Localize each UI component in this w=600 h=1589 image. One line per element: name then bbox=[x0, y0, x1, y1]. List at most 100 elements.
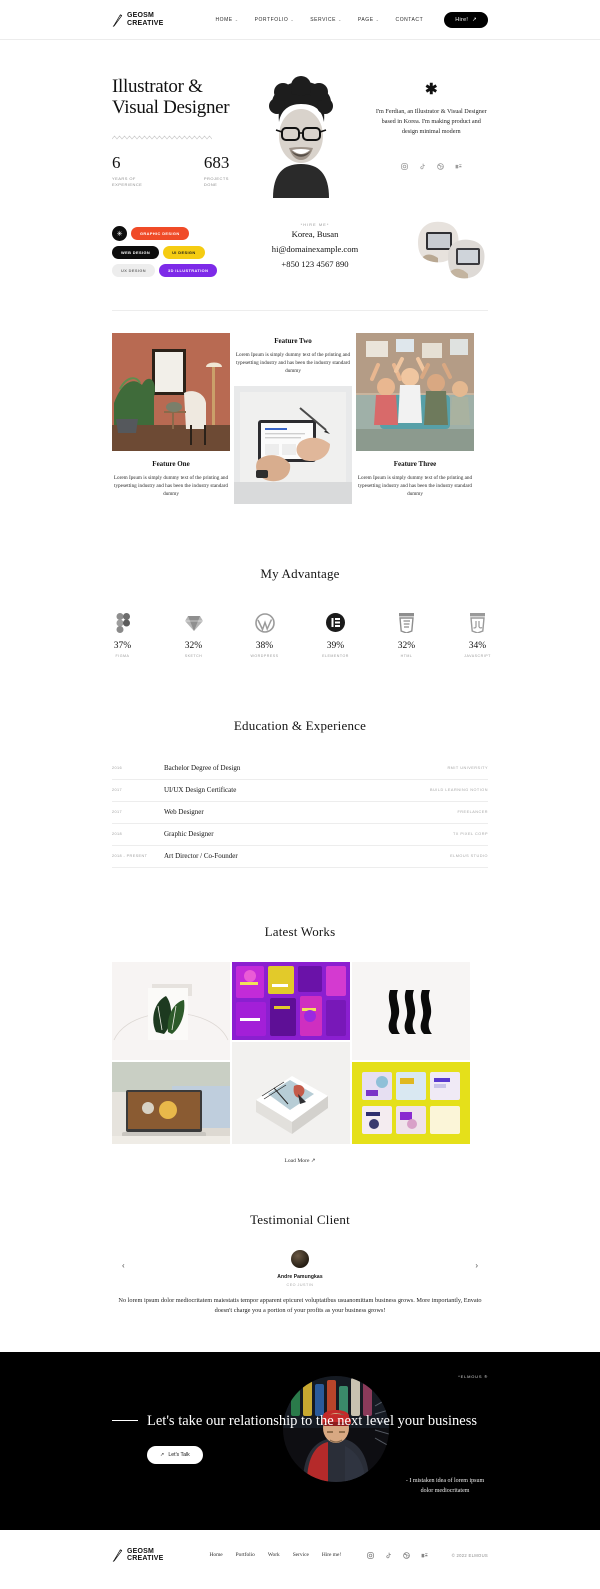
html5-icon bbox=[387, 612, 427, 634]
hero-stats: 6 YEARS OF EXPERIENCE 683 PROJECTS DONE bbox=[112, 153, 243, 187]
skill-wordpress: 38% WORDPRESS bbox=[245, 612, 285, 658]
cta-rule bbox=[112, 1419, 138, 1421]
hire-button-label: Hire! bbox=[455, 16, 469, 23]
tag-web-design[interactable]: WEB DESIGN bbox=[112, 246, 160, 259]
footer-nav: Home Portfolio Work Service Hire me! bbox=[209, 1552, 341, 1558]
chevron-down-icon: ⌄ bbox=[375, 17, 380, 22]
skills-list: 37% FIGMA 32% SKETCH 38% WORDPRESS 39% E… bbox=[0, 612, 600, 658]
skill-name: SKETCH bbox=[184, 653, 203, 658]
skill-html: 32% HTML bbox=[387, 612, 427, 658]
table-row[interactable]: 2016 Bachelor Degree of Design RMIT UNIV… bbox=[112, 758, 488, 780]
edu-org: RMIT UNIVERSITY bbox=[447, 766, 488, 771]
wordpress-icon bbox=[245, 612, 285, 634]
brand-logo[interactable]: GEOSM CREATIVE bbox=[112, 12, 163, 27]
feature-two-text: Lorem Ipsum is simply dummy text of the … bbox=[235, 352, 351, 375]
work-thumb-logo-mark[interactable] bbox=[352, 961, 470, 1060]
skill-percent: 37% bbox=[113, 640, 132, 651]
page-title: Illustrator & Visual Designer bbox=[112, 76, 230, 118]
sparkle-badge-icon: ✳ bbox=[112, 226, 127, 241]
edu-org: ELMOUS STUDIO bbox=[450, 854, 488, 859]
tag-row-3: UX DESIGN 3D ILLUSTRATION bbox=[112, 264, 232, 277]
brand-name-line1: GEOSM bbox=[127, 11, 155, 19]
contact-phone[interactable]: +850 123 4567 890 bbox=[250, 257, 380, 272]
tag-3d-illustration[interactable]: 3D ILLUSTRATION bbox=[159, 264, 218, 277]
works-title: Latest Works bbox=[264, 923, 336, 939]
contact-email[interactable]: hi@domainexample.com bbox=[250, 242, 380, 257]
work-thumb-laptop[interactable] bbox=[112, 1061, 230, 1144]
footer-nav-hire-me[interactable]: Hire me! bbox=[322, 1552, 341, 1558]
tiktok-icon[interactable] bbox=[385, 1552, 392, 1559]
edu-role: Web Designer bbox=[164, 808, 204, 817]
footer-nav-home[interactable]: Home bbox=[209, 1552, 222, 1558]
edu-year: 2018 bbox=[112, 832, 123, 837]
skill-percent: 39% bbox=[326, 640, 345, 651]
dribbble-icon[interactable] bbox=[402, 1551, 410, 1559]
tag-ui-design[interactable]: UI DESIGN bbox=[163, 246, 205, 259]
edu-role: Bachelor Degree of Design bbox=[164, 764, 241, 773]
footer-nav-work[interactable]: Work bbox=[268, 1552, 280, 1558]
table-row[interactable]: 2017 Web Designer FREELANCER bbox=[112, 802, 488, 824]
edu-year: 2017 bbox=[112, 788, 123, 793]
hero-collage-image bbox=[412, 218, 488, 284]
skill-name: JAVASCRIPT bbox=[464, 653, 491, 658]
feature-one-title: Feature One bbox=[152, 460, 190, 468]
footer-nav-service[interactable]: Service bbox=[293, 1552, 309, 1558]
cta-content: Let's take our relationship to the next … bbox=[0, 1352, 600, 1464]
lets-talk-button[interactable]: ↗ Let's Talk bbox=[147, 1445, 203, 1464]
contact-location: Korea, Busan bbox=[291, 229, 339, 239]
behance-icon[interactable] bbox=[421, 1552, 428, 1559]
skill-javascript: 34% JAVASCRIPT bbox=[458, 612, 498, 658]
edu-role: Art Director / Co-Founder bbox=[164, 852, 238, 861]
hero-portrait bbox=[252, 70, 349, 198]
brand-name-line2: CREATIVE bbox=[127, 19, 164, 27]
instagram-icon[interactable] bbox=[366, 1551, 374, 1559]
work-thumb-plant[interactable] bbox=[112, 961, 230, 1060]
education-table: 2016 Bachelor Degree of Design RMIT UNIV… bbox=[112, 758, 488, 868]
nav-label: HOME bbox=[215, 16, 233, 23]
footer-brand-logo[interactable]: GEOSM CREATIVE bbox=[112, 1548, 163, 1563]
hero-left-column: Illustrator & Visual Designer 6 YEARS OF… bbox=[112, 68, 243, 198]
skill-tag-cloud: ✳ GRAPHIC DESIGN WEB DESIGN UI DESIGN UX… bbox=[112, 218, 232, 277]
site-footer: GEOSM CREATIVE Home Portfolio Work Servi… bbox=[0, 1529, 600, 1581]
collage-shapes bbox=[418, 221, 485, 279]
pencil-icon bbox=[112, 13, 123, 27]
elementor-icon bbox=[316, 612, 356, 634]
nav-item-portfolio[interactable]: PORTFOLIO ⌄ bbox=[255, 17, 295, 23]
behance-icon[interactable] bbox=[455, 163, 462, 170]
hire-button[interactable]: Hire! ↗ bbox=[444, 11, 488, 28]
carousel-next-button[interactable]: › bbox=[475, 1261, 478, 1270]
footer-nav-portfolio[interactable]: Portfolio bbox=[236, 1552, 255, 1558]
javascript-icon bbox=[458, 612, 498, 634]
advantage-section: My Advantage 37% FIGMA 32% SKETCH 38% WO… bbox=[0, 504, 600, 658]
feature-card-three: Feature Three Lorem Ipsum is simply dumm… bbox=[356, 333, 474, 499]
table-row[interactable]: 2018 Graphic Designer TX PIXEL CORP bbox=[112, 824, 488, 846]
edu-role: UI/UX Design Certificate bbox=[164, 786, 237, 795]
testimonial-title: Testimonial Client bbox=[250, 1211, 350, 1227]
carousel-prev-button[interactable]: ‹ bbox=[122, 1261, 125, 1270]
hero-right-column: ✱ I'm Ferdian, an Illustrator & Visual D… bbox=[375, 68, 488, 198]
nav-label: CONTACT bbox=[395, 16, 424, 23]
table-row[interactable]: 2018 - PRESENT Art Director / Co-Founder… bbox=[112, 846, 488, 868]
feature-two-title: Feature Two bbox=[274, 337, 312, 345]
arrow-up-right-icon: ↗ bbox=[472, 16, 477, 23]
nav-item-service[interactable]: SERVICE ⌄ bbox=[310, 17, 342, 23]
figma-icon bbox=[103, 612, 143, 634]
portfolio-page: GEOSM CREATIVE HOME ⌄ PORTFOLIO ⌄ SERVIC… bbox=[0, 0, 600, 1581]
instagram-icon[interactable] bbox=[400, 163, 408, 170]
work-thumb-book-mockup[interactable] bbox=[232, 1041, 350, 1144]
work-thumb-yellow-social[interactable] bbox=[352, 1061, 470, 1144]
feature-one-image bbox=[112, 333, 230, 451]
tag-graphic-design[interactable]: GRAPHIC DESIGN bbox=[131, 227, 189, 240]
dribbble-icon[interactable] bbox=[436, 163, 444, 170]
works-column-middle bbox=[232, 961, 350, 1144]
tiktok-icon[interactable] bbox=[419, 163, 426, 170]
tag-row-1: ✳ GRAPHIC DESIGN bbox=[112, 226, 232, 241]
tag-ux-design[interactable]: UX DESIGN bbox=[112, 264, 156, 277]
nav-item-home[interactable]: HOME ⌄ bbox=[215, 17, 238, 23]
education-section: Education & Experience 2016 Bachelor Deg… bbox=[0, 658, 600, 868]
work-thumb-purple-ui[interactable] bbox=[232, 961, 350, 1040]
table-row[interactable]: 2017 UI/UX Design Certificate BUILD LEAR… bbox=[112, 780, 488, 802]
nav-item-contact[interactable]: CONTACT bbox=[396, 17, 424, 23]
nav-item-page[interactable]: PAGE ⌄ bbox=[358, 17, 380, 23]
arrow-up-right-icon: ↗ bbox=[160, 1451, 165, 1458]
